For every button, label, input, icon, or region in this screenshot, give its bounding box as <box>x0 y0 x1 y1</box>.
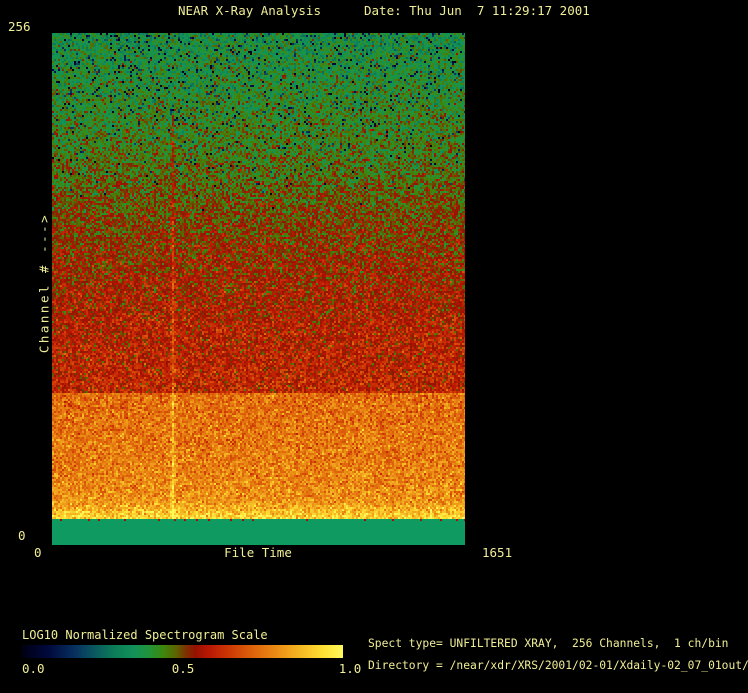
spectrogram-plot <box>52 33 465 545</box>
date-label: Date: Thu Jun 7 11:29:17 2001 <box>364 3 590 18</box>
page-title: NEAR X-Ray Analysis <box>178 3 321 18</box>
y-axis-max-label: 256 <box>8 19 31 34</box>
colorbar-gradient <box>22 645 343 658</box>
x-axis-min-label: 0 <box>34 545 42 560</box>
directory-info: Directory = /near/xdr/XRS/2001/02-01/Xda… <box>368 659 748 672</box>
colorbar-tick-max: 1.0 <box>338 661 362 676</box>
y-axis-min-label: 0 <box>18 528 26 543</box>
colorbar-tick-min: 0.0 <box>22 661 45 676</box>
x-axis-max-label: 1651 <box>482 545 513 560</box>
colorbar-tick-mid: 0.5 <box>171 661 195 676</box>
colorbar-title: LOG10 Normalized Spectrogram Scale <box>22 628 268 642</box>
near-xray-analysis-window: NEAR X-Ray Analysis Date: Thu Jun 7 11:2… <box>0 0 748 693</box>
x-axis-title: File Time <box>224 545 292 560</box>
y-axis-title: Channel # ---> <box>36 212 52 354</box>
spect-type-info: Spect type= UNFILTERED XRAY, 256 Channel… <box>368 637 729 650</box>
